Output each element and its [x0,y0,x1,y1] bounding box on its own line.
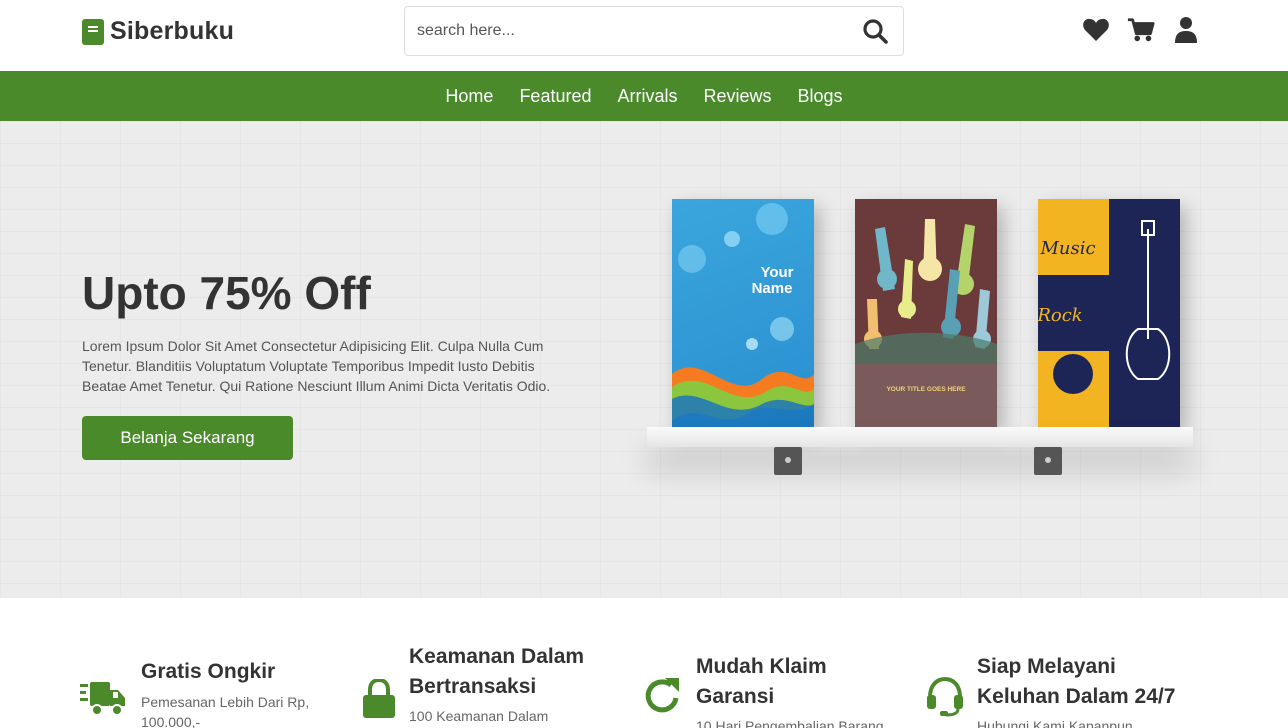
nav-arrivals[interactable]: Arrivals [617,86,677,107]
headset-icon [922,673,968,719]
logo-text: Siberbuku [110,17,235,45]
redo-icon [640,673,686,719]
header: Siberbuku [0,0,1288,71]
search-button[interactable] [847,7,903,55]
book-shelf-illustration: Your Name YOUR TITLE GOES HERE Music Roc… [645,199,1195,519]
search-box [404,6,904,56]
truck-icon [80,676,126,722]
cart-button[interactable] [1127,16,1155,44]
feature-title: Keluhan Dalam 24/7 [977,685,1176,708]
book-icon [82,18,104,45]
hero-description-line: Tenetur. Blanditiis Voluptatum Voluptate… [82,358,535,374]
header-icons [1082,16,1200,44]
nav-featured[interactable]: Featured [519,86,591,107]
lock-icon [356,676,402,722]
account-button[interactable] [1172,16,1200,44]
svg-text:Rock: Rock [1038,305,1083,326]
book-cover-art: Music Rock [1038,199,1180,427]
book-cover-your-name: Your Name [672,199,814,427]
hero-description-line: Lorem Ipsum Dolor Sit Amet Consectetur A… [82,338,544,354]
nav-home[interactable]: Home [445,86,493,107]
hero-description: Lorem Ipsum Dolor Sit Amet Consectetur A… [82,336,622,396]
user-icon [1175,17,1197,43]
shelf [647,427,1193,447]
feature-description: Hubungi Kami Kapanpun [977,718,1133,728]
cart-icon [1127,18,1155,42]
feature-title: Mudah Klaim [696,655,827,678]
hero-title: Upto 75% Off [82,267,371,319]
feature-description: 100 Keamanan Dalam [409,708,549,724]
shelf-bracket [774,447,802,475]
nav-blogs[interactable]: Blogs [798,86,843,107]
shop-now-button[interactable]: Belanja Sekarang [82,416,293,460]
features-section: Gratis Ongkir Pemesanan Lebih Dari Rp, 1… [0,598,1288,728]
wishlist-button[interactable] [1082,16,1110,44]
search-icon [863,19,888,44]
svg-text:YOUR TITLE GOES HERE: YOUR TITLE GOES HERE [886,386,966,393]
feature-title: Siap Melayani [977,655,1116,678]
hero-description-line: Beatae Amet Tenetur. Qui Ratione Nesciun… [82,378,551,394]
search-input[interactable] [405,7,847,55]
feature-title: Keamanan Dalam [409,645,585,668]
heart-icon [1083,18,1109,41]
feature-title: Garansi [696,685,775,708]
feature-title: Gratis Ongkir [141,660,276,683]
book-cover-art: Your Name [672,203,814,427]
shelf-bracket [1034,447,1062,475]
svg-text:Name: Name [752,280,793,297]
svg-text:Music: Music [1039,238,1095,259]
book-cover-music: Music Rock [1038,199,1180,427]
svg-text:Your: Your [760,264,793,281]
feature-description: 10 Hari Pengembalian Barang [696,718,884,728]
hero-section: Upto 75% Off Lorem Ipsum Dolor Sit Amet … [0,121,1288,598]
main-nav: Home Featured Arrivals Reviews Blogs [0,71,1288,121]
book-cover-hands: YOUR TITLE GOES HERE [855,199,997,427]
feature-title: Bertransaksi [409,675,537,698]
feature-description: 100.000,- [141,714,201,728]
logo[interactable]: Siberbuku [82,17,234,46]
book-cover-art: YOUR TITLE GOES HERE [855,199,997,427]
nav-reviews[interactable]: Reviews [704,86,772,107]
feature-description: Pemesanan Lebih Dari Rp, [141,694,310,710]
